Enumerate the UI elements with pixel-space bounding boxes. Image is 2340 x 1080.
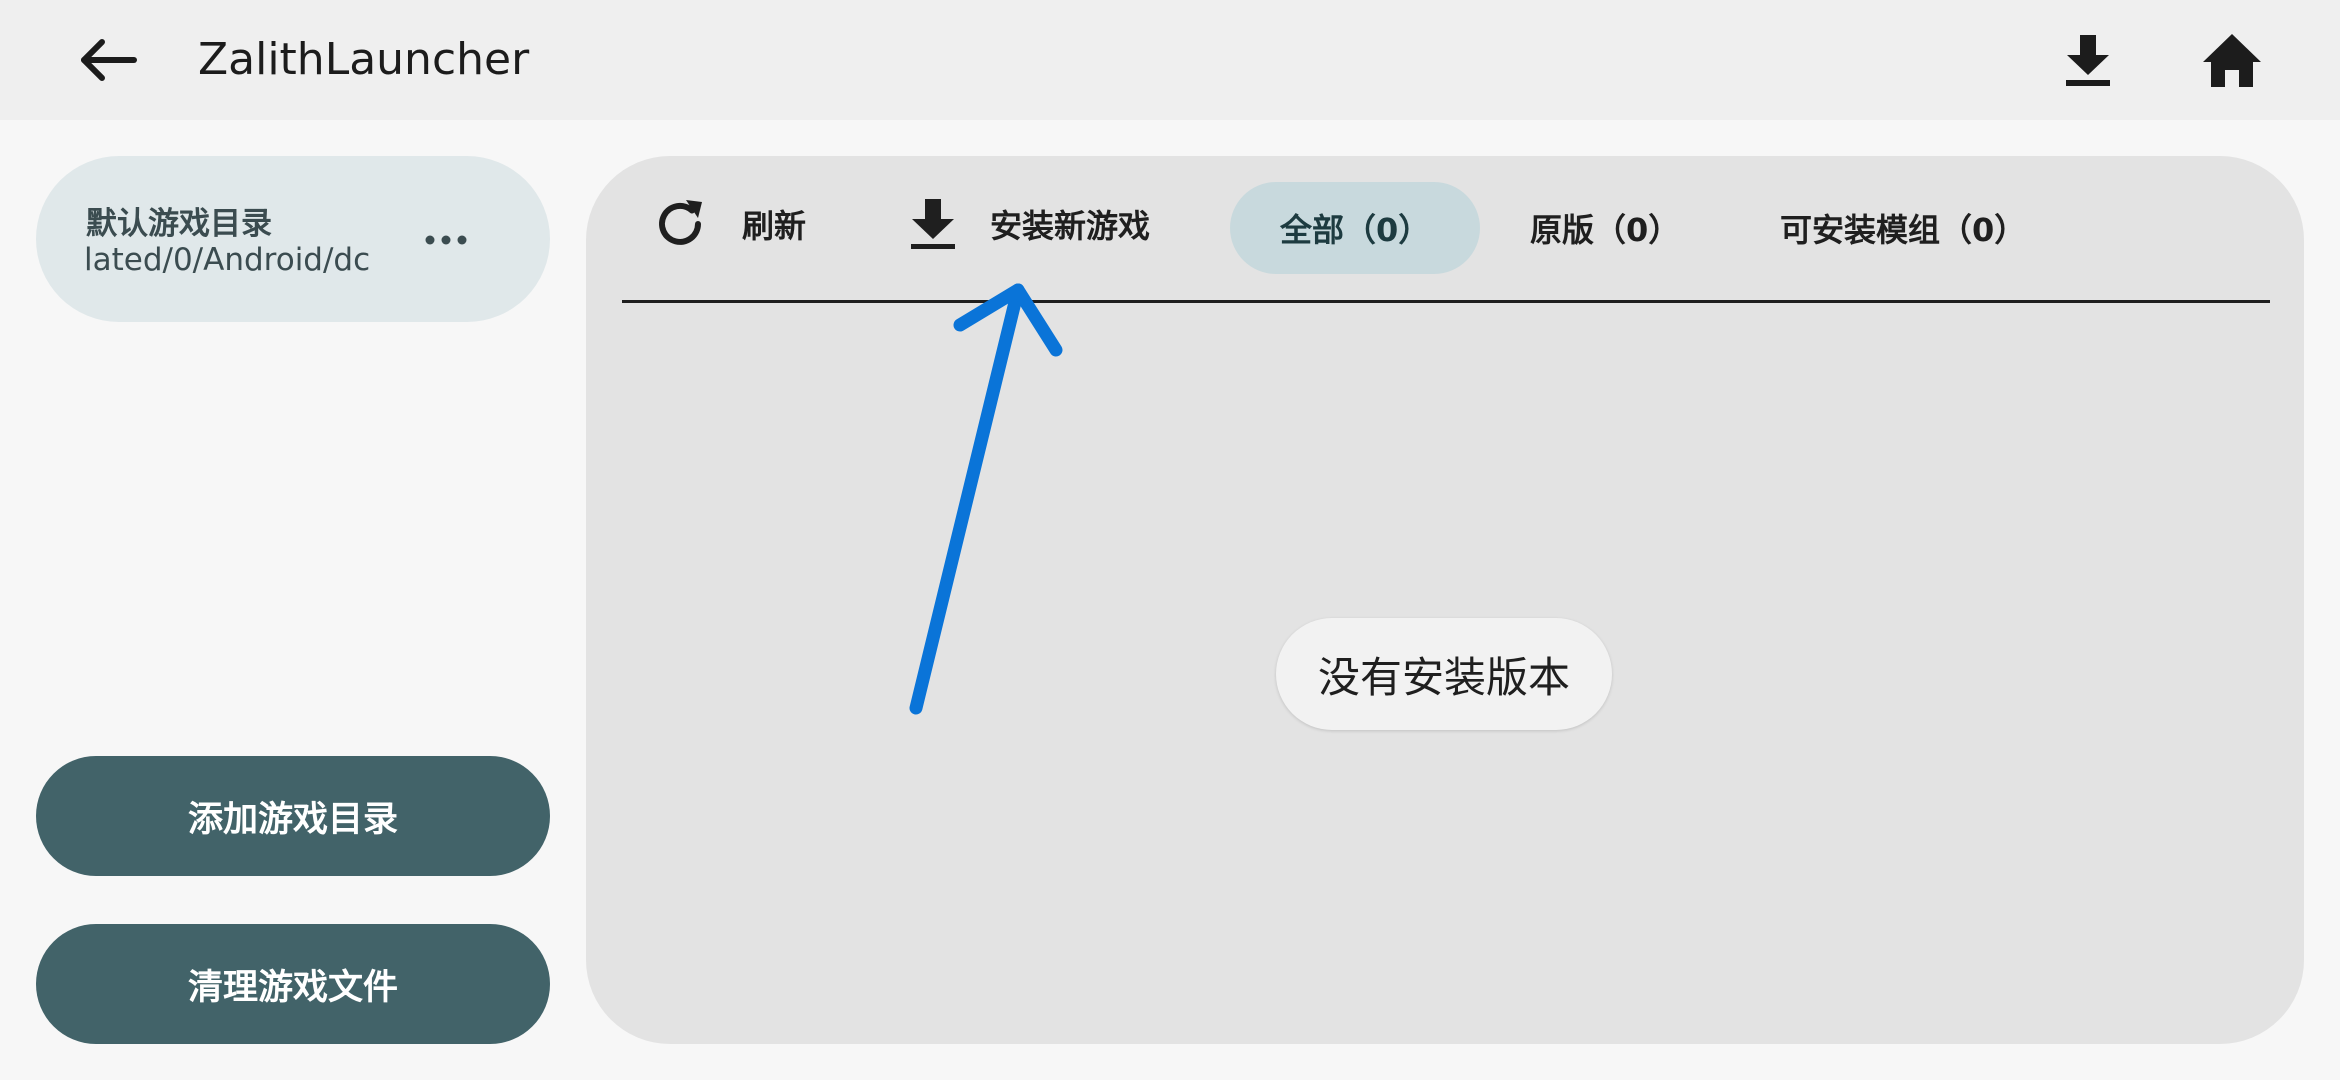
top-app-bar: ZalithLauncher — [0, 0, 2340, 120]
refresh-icon — [659, 200, 702, 245]
install-new-game-button[interactable]: 安装新游戏 — [910, 182, 1150, 266]
refresh-label: 刷新 — [742, 207, 807, 245]
empty-state-message: 没有安装版本 — [1276, 618, 1612, 730]
game-directory-card[interactable]: 默认游戏目录 lated/0/Android/dc — [36, 156, 550, 322]
home-icon — [2203, 34, 2261, 87]
refresh-button[interactable]: 刷新 — [652, 182, 806, 266]
app-title: ZalithLauncher — [198, 34, 530, 85]
home-button[interactable] — [2194, 24, 2270, 96]
back-arrow-icon — [81, 39, 137, 81]
download-button[interactable] — [2050, 24, 2126, 96]
directory-more-button[interactable] — [408, 202, 484, 278]
tab-installable-mods[interactable]: 可安装模组（0） — [1730, 182, 2076, 274]
versions-panel: 刷新 安装新游戏 全部（0） 原版（0） 可安装模组（0） 没有安装版本 — [586, 156, 2304, 1044]
add-game-directory-button[interactable]: 添加游戏目录 — [36, 756, 550, 876]
download-icon — [911, 199, 955, 249]
download-icon — [2066, 35, 2110, 86]
back-button[interactable] — [66, 22, 150, 98]
clean-game-files-button[interactable]: 清理游戏文件 — [36, 924, 550, 1044]
more-horizontal-icon — [425, 235, 467, 245]
directory-path: lated/0/Android/dc — [84, 242, 371, 278]
tab-vanilla[interactable]: 原版（0） — [1480, 182, 1730, 274]
install-new-game-label: 安装新游戏 — [990, 207, 1151, 245]
tab-all[interactable]: 全部（0） — [1230, 182, 1481, 274]
toolbar-divider — [622, 300, 2270, 303]
directory-name: 默认游戏目录 — [86, 206, 272, 242]
